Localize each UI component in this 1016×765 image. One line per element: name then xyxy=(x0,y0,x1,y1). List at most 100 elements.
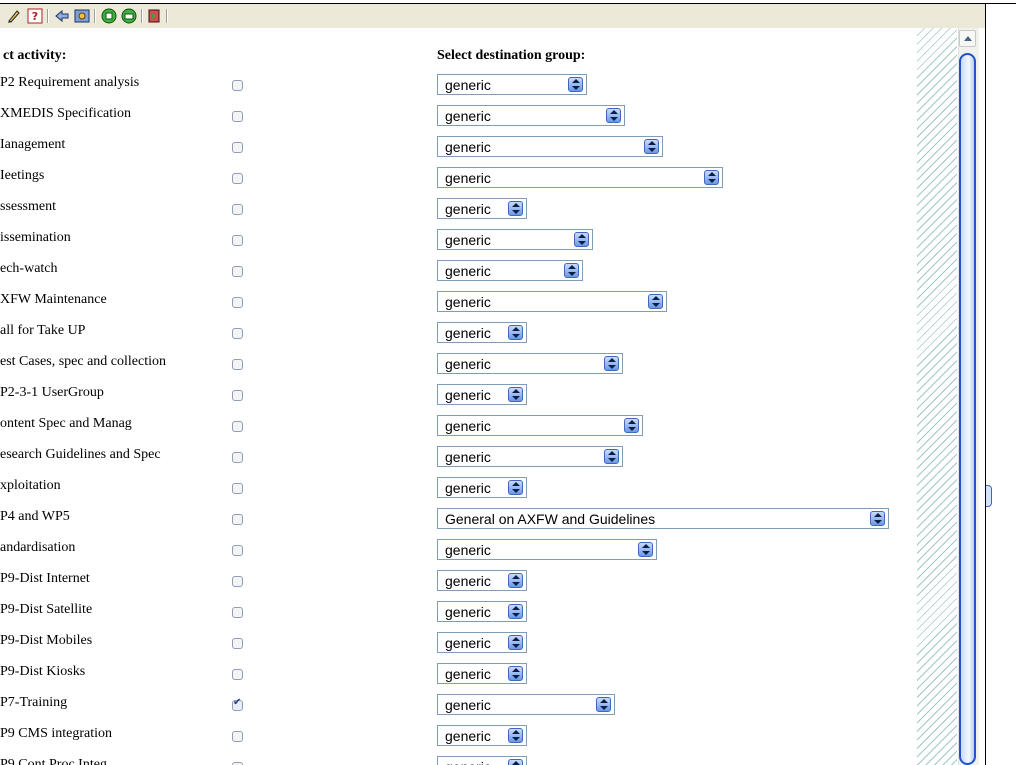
activity-label: issemination xyxy=(0,230,71,245)
save-icon[interactable] xyxy=(101,8,117,24)
dropdown-arrow-icon[interactable] xyxy=(508,666,523,681)
destination-group-select[interactable]: generic xyxy=(437,384,527,405)
destination-group-select[interactable]: generic xyxy=(437,725,527,746)
dropdown-arrow-icon[interactable] xyxy=(606,108,621,123)
destination-group-select[interactable]: generic xyxy=(437,663,527,684)
destination-group-select[interactable]: generic xyxy=(437,260,583,281)
dropdown-arrow-icon[interactable] xyxy=(508,201,523,216)
activity-label: est Cases, spec and collection xyxy=(0,354,167,369)
activity-checkbox[interactable] xyxy=(232,390,243,401)
select-value: generic xyxy=(445,728,491,744)
activity-checkbox[interactable] xyxy=(232,514,243,525)
select-value: generic xyxy=(445,480,491,496)
toolbar-separator xyxy=(166,9,168,23)
dropdown-arrow-icon[interactable] xyxy=(508,728,523,743)
toolbar-separator xyxy=(141,9,143,23)
destination-group-select[interactable]: generic xyxy=(437,694,615,715)
destination-group-select[interactable]: generic xyxy=(437,291,667,312)
select-value: generic xyxy=(445,356,491,372)
destination-group-select[interactable]: generic xyxy=(437,353,623,374)
help-icon[interactable]: ? xyxy=(27,8,43,24)
select-value: generic xyxy=(445,263,491,279)
destination-group-select[interactable]: generic xyxy=(437,322,527,343)
activity-checkbox[interactable] xyxy=(232,359,243,370)
select-value: generic xyxy=(445,108,491,124)
activity-checkbox[interactable] xyxy=(232,142,243,153)
dropdown-arrow-icon[interactable] xyxy=(508,573,523,588)
print-icon[interactable] xyxy=(121,8,137,24)
activity-checkbox[interactable] xyxy=(232,173,243,184)
export-icon[interactable] xyxy=(146,8,162,24)
activity-checkbox[interactable] xyxy=(232,483,243,494)
dropdown-arrow-icon[interactable] xyxy=(604,449,619,464)
activity-checkbox[interactable] xyxy=(232,452,243,463)
destination-group-select[interactable]: generic xyxy=(437,446,623,467)
destination-group-select[interactable]: generic xyxy=(437,539,657,560)
dropdown-arrow-icon[interactable] xyxy=(508,480,523,495)
pencil-icon[interactable] xyxy=(6,8,22,24)
select-value: generic xyxy=(445,573,491,589)
activity-checkbox[interactable] xyxy=(232,328,243,339)
select-value: generic xyxy=(445,77,491,93)
destination-group-select[interactable]: generic xyxy=(437,74,587,95)
destination-group-select[interactable]: generic xyxy=(437,477,527,498)
offscreen-select-fragment xyxy=(986,485,992,507)
dropdown-arrow-icon[interactable] xyxy=(508,604,523,619)
select-value: generic xyxy=(445,666,491,682)
dropdown-arrow-icon[interactable] xyxy=(508,759,523,765)
destination-group-select[interactable]: General on AXFW and Guidelines xyxy=(437,508,889,529)
dropdown-arrow-icon[interactable] xyxy=(564,263,579,278)
activity-checkbox[interactable] xyxy=(232,421,243,432)
destination-group-select[interactable]: generic xyxy=(437,198,527,219)
destination-group-select[interactable]: generic xyxy=(437,105,625,126)
destination-group-select[interactable]: generic xyxy=(437,632,527,653)
select-value: generic xyxy=(445,325,491,341)
dropdown-arrow-icon[interactable] xyxy=(508,325,523,340)
select-value: generic xyxy=(445,294,491,310)
select-value: generic xyxy=(445,170,491,186)
destination-group-select[interactable]: generic xyxy=(437,415,643,436)
activity-checkbox[interactable] xyxy=(232,669,243,680)
activity-checkbox[interactable] xyxy=(232,111,243,122)
activity-checkbox[interactable] xyxy=(232,731,243,742)
destination-group-select[interactable]: generic xyxy=(437,601,527,622)
activity-checkbox[interactable] xyxy=(232,266,243,277)
hatched-border xyxy=(917,28,957,765)
dropdown-arrow-icon[interactable] xyxy=(638,542,653,557)
dropdown-arrow-icon[interactable] xyxy=(596,697,611,712)
destination-group-select[interactable]: generic xyxy=(437,136,663,157)
destination-group-select[interactable]: generic xyxy=(437,756,527,765)
activity-checkbox[interactable] xyxy=(232,235,243,246)
activity-checkbox[interactable] xyxy=(232,80,243,91)
dropdown-arrow-icon[interactable] xyxy=(648,294,663,309)
dropdown-arrow-icon[interactable] xyxy=(508,635,523,650)
scrollbar-thumb[interactable] xyxy=(959,53,976,765)
activity-label: P2 Requirement analysis xyxy=(0,75,140,90)
activity-checkbox[interactable] xyxy=(232,697,243,711)
destination-group-select[interactable]: generic xyxy=(437,570,527,591)
dropdown-arrow-icon[interactable] xyxy=(508,387,523,402)
activity-checkbox[interactable] xyxy=(232,204,243,215)
activity-label: P9 Cont Proc Integ xyxy=(0,757,107,765)
dropdown-arrow-icon[interactable] xyxy=(568,77,583,92)
activity-checkbox[interactable] xyxy=(232,576,243,587)
activity-label: XMEDIS Specification xyxy=(0,106,132,121)
activity-checkbox[interactable] xyxy=(232,638,243,649)
select-value: generic xyxy=(445,759,491,765)
dropdown-arrow-icon[interactable] xyxy=(644,139,659,154)
dropdown-arrow-icon[interactable] xyxy=(870,511,885,526)
select-value: generic xyxy=(445,418,491,434)
dropdown-arrow-icon[interactable] xyxy=(704,170,719,185)
activity-checkbox[interactable] xyxy=(232,545,243,556)
select-value: generic xyxy=(445,232,491,248)
activity-checkbox[interactable] xyxy=(232,607,243,618)
dropdown-arrow-icon[interactable] xyxy=(624,418,639,433)
dropdown-arrow-icon[interactable] xyxy=(574,232,589,247)
arrow-tool-icon[interactable] xyxy=(54,8,70,24)
scroll-up-button[interactable] xyxy=(959,30,976,47)
destination-group-select[interactable]: generic xyxy=(437,229,593,250)
dropdown-arrow-icon[interactable] xyxy=(604,356,619,371)
destination-group-select[interactable]: generic xyxy=(437,167,723,188)
settings-icon[interactable] xyxy=(74,8,90,24)
activity-checkbox[interactable] xyxy=(232,297,243,308)
